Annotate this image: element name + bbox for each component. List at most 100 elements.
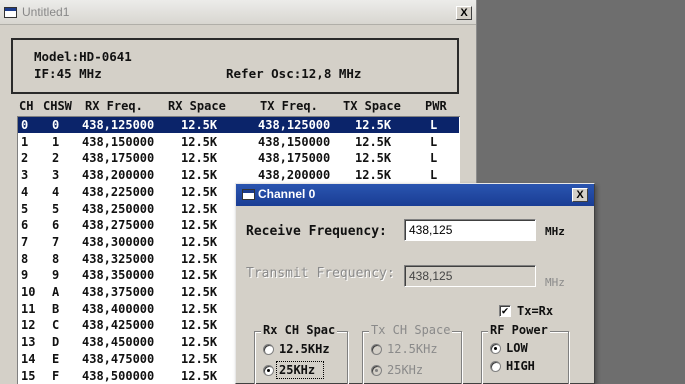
cell-ch: 4 bbox=[21, 184, 29, 199]
cell-chsw: 4 bbox=[52, 184, 60, 199]
cell-rx-space: 12.5K bbox=[181, 368, 218, 383]
rx-group-title: Rx CH Spac bbox=[261, 323, 338, 337]
transmit-frequency-input bbox=[404, 265, 536, 287]
column-header-chsw: CHSW bbox=[43, 99, 72, 113]
cell-ch: 6 bbox=[21, 218, 29, 233]
rx-12-5khz-radio[interactable] bbox=[263, 344, 274, 355]
rf-power-low-radio[interactable] bbox=[490, 343, 501, 354]
cell-tx-space: 12.5K bbox=[355, 151, 392, 166]
column-header-tx-freq: TX Freq. bbox=[260, 99, 318, 113]
cell-ch: 5 bbox=[21, 201, 29, 216]
column-header-rx-space: RX Space bbox=[168, 99, 226, 113]
cell-rx-space: 12.5K bbox=[181, 351, 218, 366]
cell-chsw: 2 bbox=[52, 151, 60, 166]
cell-rx-space: 12.5K bbox=[181, 218, 218, 233]
cell-rx-space: 12.5K bbox=[181, 184, 218, 199]
receive-unit-label: MHz bbox=[545, 225, 565, 238]
rx-25khz-radio[interactable] bbox=[263, 365, 274, 376]
rf-power-group: RF Power LOW HIGH bbox=[481, 323, 569, 384]
rf-power-group-title: RF Power bbox=[488, 323, 550, 337]
table-row[interactable]: 2 2 438,175000 12.5K 438,175000 12.5K L bbox=[18, 150, 459, 166]
if-label: IF:45 MHz bbox=[34, 66, 102, 81]
cell-tx-freq: 438,175000 bbox=[258, 151, 331, 166]
cell-tx-freq: 438,150000 bbox=[258, 134, 331, 149]
cell-rx-freq: 438,475000 bbox=[82, 351, 155, 366]
cell-rx-freq: 438,125000 bbox=[82, 118, 155, 132]
cell-tx-freq: 438,125000 bbox=[258, 118, 331, 132]
cell-rx-space: 12.5K bbox=[181, 335, 218, 350]
dialog-titlebar[interactable]: Channel 0 X bbox=[236, 184, 594, 206]
cell-chsw: D bbox=[52, 335, 60, 350]
cell-rx-freq: 438,175000 bbox=[82, 151, 155, 166]
cell-ch: 9 bbox=[21, 268, 29, 283]
cell-ch: 10 bbox=[21, 285, 36, 299]
tx-equals-rx-checkbox[interactable]: ✔ bbox=[499, 305, 511, 317]
cell-tx-freq: 438,200000 bbox=[258, 168, 331, 183]
cell-chsw: 9 bbox=[52, 268, 60, 283]
cell-rx-freq: 438,400000 bbox=[82, 301, 155, 316]
cell-rx-freq: 438,375000 bbox=[82, 285, 155, 299]
cell-rx-freq: 438,225000 bbox=[82, 184, 155, 199]
cell-chsw: 8 bbox=[52, 251, 60, 266]
cell-chsw: F bbox=[52, 368, 60, 383]
cell-rx-space: 12.5K bbox=[181, 301, 218, 316]
cell-chsw: 5 bbox=[52, 201, 60, 216]
window-icon bbox=[4, 7, 17, 18]
cell-chsw: 7 bbox=[52, 234, 60, 249]
channel-dialog: Channel 0 X Receive Frequency: MHz Trans… bbox=[235, 183, 595, 384]
column-header-ch: CH bbox=[19, 99, 34, 113]
cell-rx-space: 12.5K bbox=[181, 268, 218, 283]
cell-chsw: A bbox=[52, 285, 60, 299]
column-header-rx-freq: RX Freq. bbox=[85, 99, 143, 113]
table-row[interactable]: 1 1 438,150000 12.5K 438,150000 12.5K L bbox=[18, 134, 459, 150]
cell-ch: 14 bbox=[21, 351, 36, 366]
main-titlebar[interactable]: Untitled1 X bbox=[0, 0, 476, 25]
cell-rx-freq: 438,500000 bbox=[82, 368, 155, 383]
transmit-frequency-label: Transmit Frequency: bbox=[246, 266, 395, 281]
cell-rx-space: 12.5K bbox=[181, 134, 218, 149]
tx-group-title: Tx CH Space bbox=[369, 323, 453, 337]
cell-rx-freq: 438,300000 bbox=[82, 234, 155, 249]
cell-rx-freq: 438,150000 bbox=[82, 134, 155, 149]
receive-frequency-input[interactable] bbox=[404, 219, 536, 241]
cell-ch: 11 bbox=[21, 301, 36, 316]
cell-ch: 1 bbox=[21, 134, 29, 149]
rf-power-low-label: LOW bbox=[506, 341, 528, 355]
rx-channel-spacing-group: Rx CH Spac 12.5KHz 25KHz bbox=[254, 323, 348, 384]
cell-chsw: 1 bbox=[52, 134, 60, 149]
cell-tx-space: 12.5K bbox=[355, 118, 392, 132]
cell-rx-space: 12.5K bbox=[181, 168, 218, 183]
main-window-title: Untitled1 bbox=[22, 5, 70, 19]
tx-12-5khz-radio bbox=[371, 344, 382, 355]
cell-rx-freq: 438,350000 bbox=[82, 268, 155, 283]
cell-tx-space: 12.5K bbox=[355, 134, 392, 149]
cell-rx-freq: 438,450000 bbox=[82, 335, 155, 350]
table-row[interactable]: 3 3 438,200000 12.5K 438,200000 12.5K L bbox=[18, 167, 459, 183]
cell-chsw: C bbox=[52, 318, 60, 333]
cell-ch: 8 bbox=[21, 251, 29, 266]
cell-ch: 7 bbox=[21, 234, 29, 249]
cell-ch: 12 bbox=[21, 318, 36, 333]
cell-chsw: 6 bbox=[52, 218, 60, 233]
dialog-title: Channel 0 bbox=[258, 187, 316, 201]
dialog-close-button[interactable]: X bbox=[572, 188, 588, 202]
transmit-unit-label: MHz bbox=[545, 276, 565, 289]
cell-rx-freq: 438,250000 bbox=[82, 201, 155, 216]
tx-channel-spacing-group: Tx CH Space 12.5KHz 25KHz bbox=[362, 323, 462, 384]
cell-rx-space: 12.5K bbox=[181, 118, 218, 132]
tx-equals-rx-label: Tx=Rx bbox=[517, 304, 554, 318]
cell-ch: 0 bbox=[21, 118, 29, 132]
column-header-tx-space: TX Space bbox=[343, 99, 401, 113]
tx-12-5khz-label: 12.5KHz bbox=[387, 342, 438, 356]
rf-power-high-label: HIGH bbox=[506, 359, 535, 373]
rf-power-high-radio[interactable] bbox=[490, 361, 501, 372]
cell-pwr: L bbox=[430, 118, 438, 132]
cell-tx-space: 12.5K bbox=[355, 168, 392, 183]
cell-pwr: L bbox=[430, 168, 438, 183]
cell-chsw: E bbox=[52, 351, 60, 366]
close-button[interactable]: X bbox=[456, 6, 472, 20]
cell-rx-space: 12.5K bbox=[181, 234, 218, 249]
model-label: Model:HD-0641 bbox=[34, 49, 132, 64]
cell-pwr: L bbox=[430, 151, 438, 166]
table-row[interactable]: 0 0 438,125000 12.5K 438,125000 12.5K L bbox=[18, 117, 459, 133]
